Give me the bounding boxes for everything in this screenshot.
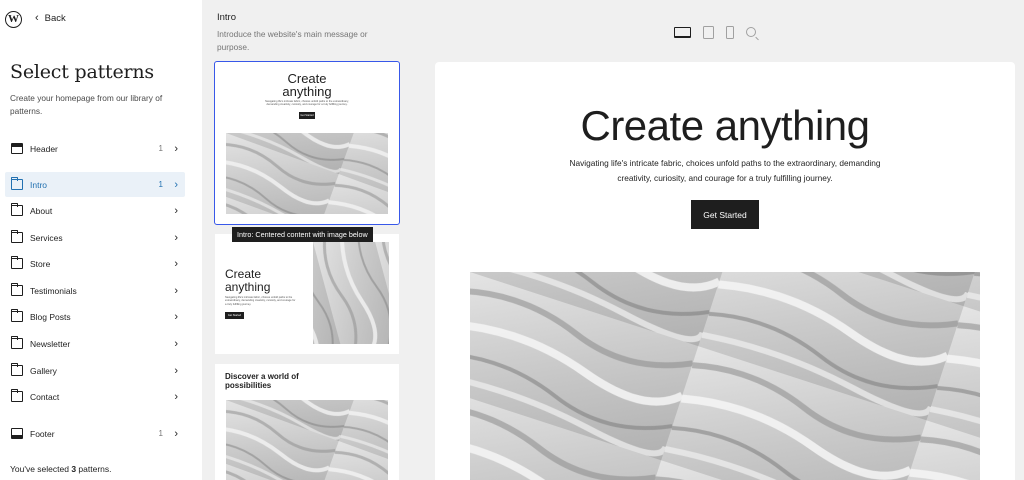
sidebar-item-count: 1 bbox=[158, 429, 163, 438]
chevron-right-icon: › bbox=[174, 284, 178, 297]
hero-image bbox=[470, 272, 980, 480]
footer-icon bbox=[11, 428, 23, 439]
sidebar-item-count: 1 bbox=[158, 144, 163, 153]
get-started-button[interactable]: Get Started bbox=[691, 200, 759, 229]
sidebar-item-newsletter[interactable]: Newsletter › bbox=[5, 331, 185, 356]
pattern-heading: Create anything bbox=[225, 267, 271, 294]
page-title: Select patterns bbox=[10, 61, 154, 83]
pattern-button: Get Started bbox=[225, 312, 244, 319]
header-icon bbox=[11, 143, 23, 154]
desktop-icon[interactable] bbox=[674, 26, 691, 38]
folder-icon bbox=[10, 177, 23, 190]
chevron-right-icon: › bbox=[174, 310, 178, 323]
sidebar-item-label: Footer bbox=[30, 428, 55, 439]
sidebar-item-store[interactable]: Store › bbox=[5, 251, 185, 276]
preview-area: Create anything Navigating life's intric… bbox=[412, 0, 1024, 480]
folder-icon bbox=[10, 203, 23, 216]
category-title: Intro bbox=[217, 12, 237, 23]
sidebar: W ‹ Back Select patterns Create your hom… bbox=[0, 0, 202, 480]
chevron-right-icon: › bbox=[174, 204, 178, 217]
chevron-right-icon: › bbox=[174, 427, 178, 440]
patterns-panel: Intro Introduce the website's main messa… bbox=[202, 0, 412, 480]
sidebar-item-contact[interactable]: Contact › bbox=[5, 384, 185, 409]
chevron-right-icon: › bbox=[174, 364, 178, 377]
sidebar-item-footer[interactable]: Footer 1 › bbox=[5, 421, 185, 446]
pattern-heading: Discover a world of possibilities bbox=[225, 372, 299, 390]
pattern-image bbox=[226, 400, 388, 480]
sidebar-item-blog-posts[interactable]: Blog Posts › bbox=[5, 304, 185, 329]
pattern-body-text: Navigating life's intricate fabric, choi… bbox=[265, 100, 349, 107]
pattern-image bbox=[313, 242, 389, 344]
sidebar-item-about[interactable]: About › bbox=[5, 198, 185, 223]
sidebar-item-label: Services bbox=[30, 232, 63, 243]
chevron-right-icon: › bbox=[174, 337, 178, 350]
pattern-card-split[interactable]: Create anything Navigating life's intric… bbox=[215, 234, 399, 354]
chevron-right-icon: › bbox=[174, 178, 178, 191]
chevron-right-icon: › bbox=[174, 390, 178, 403]
pattern-card-discover[interactable]: Discover a world of possibilities bbox=[215, 364, 399, 480]
sidebar-item-label: Testimonials bbox=[30, 285, 77, 296]
sidebar-item-count: 1 bbox=[158, 180, 163, 189]
pattern-button: Get Started bbox=[299, 112, 315, 119]
preview-frame: Create anything Navigating life's intric… bbox=[435, 62, 1015, 480]
pattern-body-text: Navigating life's intricate fabric, choi… bbox=[225, 296, 296, 306]
device-toolbar bbox=[674, 24, 784, 40]
sidebar-item-intro[interactable]: Intro 1 › bbox=[5, 172, 185, 197]
pattern-card-centered[interactable]: Create anything Navigating life's intric… bbox=[214, 61, 400, 225]
sidebar-item-label: Contact bbox=[30, 391, 60, 402]
top-bar: W ‹ Back bbox=[0, 0, 202, 40]
sidebar-item-testimonials[interactable]: Testimonials › bbox=[5, 278, 185, 303]
folder-icon bbox=[10, 389, 23, 402]
folder-icon bbox=[10, 336, 23, 349]
selected-prefix: You've selected bbox=[10, 464, 72, 474]
chevron-right-icon: › bbox=[174, 142, 178, 155]
back-label: Back bbox=[44, 13, 66, 24]
sidebar-item-services[interactable]: Services › bbox=[5, 225, 185, 250]
wordpress-logo-icon[interactable]: W bbox=[5, 11, 22, 28]
pattern-heading: Create anything bbox=[282, 71, 332, 99]
sidebar-item-header[interactable]: Header 1 › bbox=[5, 136, 185, 161]
page-subtitle: Create your homepage from our library of… bbox=[10, 93, 163, 116]
mobile-icon[interactable] bbox=[726, 25, 734, 39]
sidebar-item-label: Header bbox=[30, 143, 58, 154]
hero-title: Create anything bbox=[580, 102, 870, 149]
category-description: Introduce the website's main message or … bbox=[217, 29, 368, 52]
folder-icon bbox=[10, 283, 23, 296]
sidebar-item-label: Intro bbox=[30, 179, 48, 190]
sidebar-item-gallery[interactable]: Gallery › bbox=[5, 358, 185, 383]
pattern-image bbox=[226, 133, 388, 214]
folder-icon bbox=[10, 309, 23, 322]
chevron-right-icon: › bbox=[174, 231, 178, 244]
selected-patterns-summary: You've selected 3 patterns. bbox=[10, 464, 112, 474]
pattern-tooltip: Intro: Centered content with image below bbox=[232, 227, 373, 242]
sidebar-item-label: About bbox=[30, 205, 53, 216]
folder-icon bbox=[10, 230, 23, 243]
folder-icon bbox=[10, 256, 23, 269]
sidebar-item-label: Blog Posts bbox=[30, 311, 71, 322]
chevron-left-icon: ‹ bbox=[35, 12, 39, 24]
zoom-out-icon[interactable] bbox=[746, 27, 756, 37]
sidebar-item-label: Store bbox=[30, 258, 51, 269]
chevron-right-icon: › bbox=[174, 257, 178, 270]
tablet-icon[interactable] bbox=[703, 25, 714, 39]
folder-icon bbox=[10, 363, 23, 376]
sidebar-item-label: Gallery bbox=[30, 365, 57, 376]
hero-text: Navigating life's intricate fabric, choi… bbox=[569, 158, 881, 183]
back-button[interactable]: ‹ Back bbox=[35, 12, 66, 25]
selected-suffix: patterns. bbox=[76, 464, 112, 474]
sidebar-item-label: Newsletter bbox=[30, 338, 71, 349]
